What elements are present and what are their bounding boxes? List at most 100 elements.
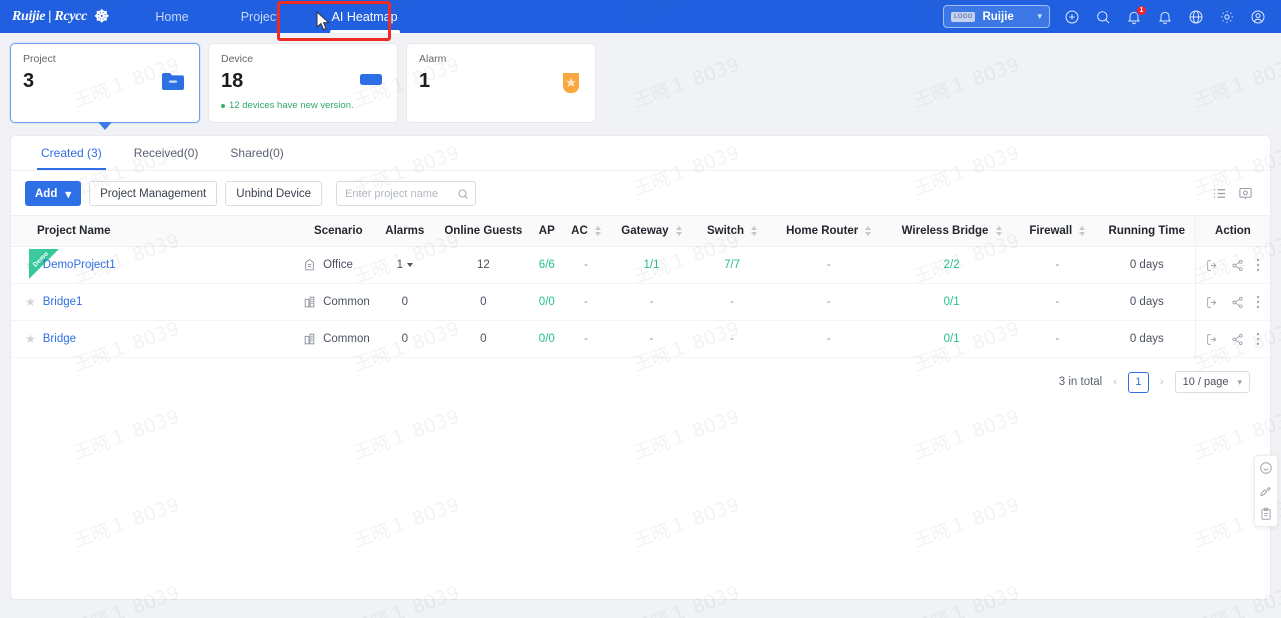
cell-ac: - (562, 283, 610, 321)
stat-card-device[interactable]: Device 18 12 devices have new version. (208, 43, 398, 123)
nav-item-home[interactable]: Home (129, 0, 214, 33)
tab-shared[interactable]: Shared(0) (214, 136, 299, 170)
col-running-time[interactable]: Running Time (1098, 215, 1196, 247)
alarm-bell-icon[interactable] (1156, 8, 1174, 26)
add-button[interactable]: Add ▾ (25, 181, 82, 206)
col-firewall[interactable]: Firewall (1016, 215, 1099, 247)
cell-gateway: 1/1 (609, 246, 694, 284)
stat-card-title: Project (23, 53, 56, 65)
tab-created[interactable]: Created (3) (25, 136, 118, 170)
col-scenario[interactable]: Scenario (303, 215, 374, 247)
cell-switch: - (693, 283, 771, 321)
project-management-button[interactable]: Project Management (89, 181, 218, 206)
office-building-icon (305, 259, 314, 271)
sort-icon[interactable] (865, 226, 872, 236)
cell-alarms: 0 (373, 320, 437, 358)
col-switch[interactable]: Switch (693, 215, 771, 247)
primary-nav: Home Project AI Heatmap (129, 0, 423, 33)
table-row[interactable]: ★ Bridge Common 0 0 0/0 - - - - 0/1 - 0 … (11, 320, 1270, 358)
cell-wireless-bridge: 0/1 (887, 283, 1017, 321)
cell-ac: - (562, 246, 610, 284)
enter-project-icon[interactable] (1206, 333, 1219, 346)
unbind-device-button[interactable]: Unbind Device (225, 181, 323, 206)
feedback-pen-icon[interactable] (1259, 484, 1273, 498)
brand-logo[interactable]: Ruijie | Rcycc ☸ (0, 7, 119, 27)
project-name-link[interactable]: Bridge1 (43, 296, 83, 308)
pagination-next-icon[interactable]: › (1158, 376, 1166, 388)
sort-icon[interactable] (995, 226, 1002, 236)
stat-card-title: Alarm (419, 53, 447, 65)
cell-ac: - (562, 320, 610, 358)
cell-home-router: - (770, 283, 888, 321)
user-avatar-icon[interactable] (1249, 8, 1267, 26)
add-circle-icon[interactable] (1063, 8, 1081, 26)
cell-home-router: - (770, 246, 888, 284)
notification-bell-icon[interactable]: 1 (1125, 4, 1147, 26)
table-row[interactable]: ★ Bridge1 Common 0 0 0/0 - - - - 0/1 - 0… (11, 283, 1270, 321)
caret-down-icon[interactable] (407, 262, 413, 267)
search-input[interactable] (336, 181, 477, 206)
sort-icon[interactable] (594, 226, 601, 236)
stat-card-note-text: 12 devices have new version. (229, 100, 354, 111)
nav-item-project[interactable]: Project (215, 0, 306, 33)
cell-scenario: Common (303, 283, 374, 321)
sort-icon[interactable] (1079, 226, 1086, 236)
table-row[interactable]: ★ Demo DemoProject1 Office 1 12 6/6 - 1/… (11, 246, 1270, 284)
nav-label-project: Project (240, 9, 280, 24)
favorite-star-icon[interactable]: ★ (25, 258, 36, 272)
cell-firewall: - (1016, 283, 1099, 321)
col-project-name[interactable]: Project Name (11, 215, 304, 247)
tenant-logo-placeholder: LOGO (951, 11, 976, 22)
page-size-selector[interactable]: 10 / page ▾ (1174, 371, 1250, 393)
list-view-icon[interactable] (1212, 186, 1227, 201)
tenant-selector[interactable]: LOGO Ruijie ▾ (943, 5, 1050, 28)
col-home-router[interactable]: Home Router (770, 215, 888, 247)
globe-icon[interactable] (1187, 8, 1205, 26)
enter-project-icon[interactable] (1206, 296, 1219, 309)
stat-card-project[interactable]: Project 3 (10, 43, 200, 130)
clipboard-icon[interactable] (1259, 507, 1273, 521)
col-alarms[interactable]: Alarms (373, 215, 437, 247)
gear-icon[interactable] (1218, 8, 1236, 26)
notification-badge: 1 (1136, 4, 1147, 16)
cell-project-name: ★ Demo DemoProject1 (11, 246, 304, 284)
common-building-icon (304, 333, 315, 345)
col-online-guests[interactable]: Online Guests (436, 215, 531, 247)
scenario-label: Common (323, 333, 370, 345)
sort-icon[interactable] (675, 226, 682, 236)
more-options-icon[interactable] (1256, 258, 1260, 272)
share-icon[interactable] (1231, 296, 1244, 309)
cell-alarms[interactable]: 1 (373, 246, 437, 284)
col-ac[interactable]: AC (562, 215, 610, 247)
pagination-prev-icon[interactable]: ‹ (1111, 376, 1119, 388)
stat-card-alarm[interactable]: Alarm 1 (406, 43, 596, 123)
column-settings-icon[interactable] (1238, 186, 1253, 201)
page-size-label: 10 / page (1182, 376, 1229, 388)
project-name-link[interactable]: Bridge (43, 333, 76, 345)
enter-project-icon[interactable] (1206, 259, 1219, 272)
nav-item-ai-heatmap[interactable]: AI Heatmap (306, 0, 424, 33)
share-icon[interactable] (1231, 333, 1244, 346)
more-options-icon[interactable] (1256, 295, 1260, 309)
search-icon[interactable] (1094, 8, 1112, 26)
cell-project-name: ★ Bridge1 (11, 283, 304, 321)
cell-wireless-bridge: 2/2 (887, 246, 1017, 284)
tab-received[interactable]: Received(0) (118, 136, 215, 170)
chat-icon[interactable] (1259, 461, 1273, 475)
sort-icon[interactable] (751, 226, 758, 236)
pagination: 3 in total ‹ 1 › 10 / page ▾ (11, 358, 1270, 393)
nav-label-home: Home (155, 9, 189, 24)
col-wireless-bridge[interactable]: Wireless Bridge (887, 215, 1017, 247)
folder-icon (161, 71, 185, 97)
more-options-icon[interactable] (1256, 332, 1260, 346)
favorite-star-icon[interactable]: ★ (25, 332, 36, 346)
favorite-star-icon[interactable]: ★ (25, 295, 36, 309)
share-icon[interactable] (1231, 259, 1244, 272)
cell-scenario: Common (303, 320, 374, 358)
col-ap[interactable]: AP (530, 215, 563, 247)
pagination-page-1[interactable]: 1 (1127, 371, 1149, 393)
project-name-link[interactable]: DemoProject1 (43, 259, 116, 271)
col-gateway[interactable]: Gateway (609, 215, 694, 247)
projects-toolbar: Add ▾ Project Management Unbind Device (11, 171, 1270, 215)
cell-wireless-bridge: 0/1 (887, 320, 1017, 358)
